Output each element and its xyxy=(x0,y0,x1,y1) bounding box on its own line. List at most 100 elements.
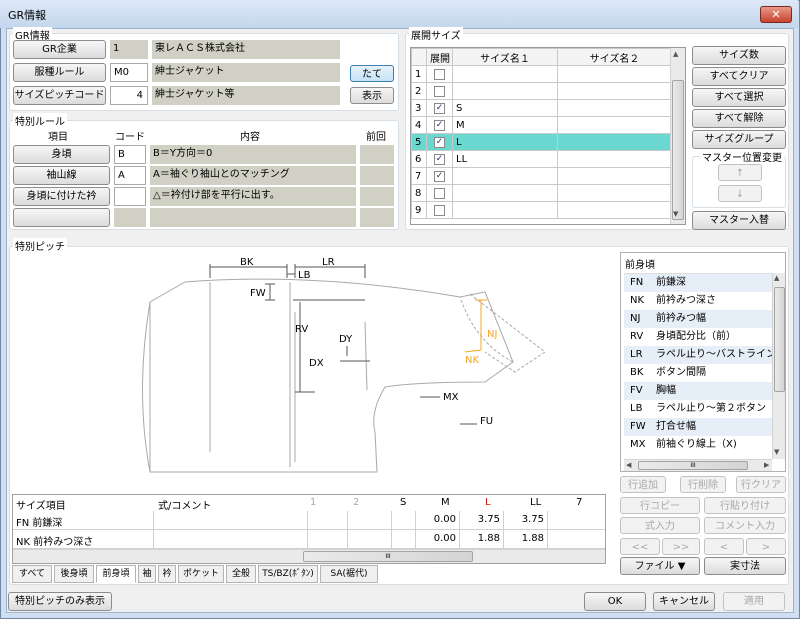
expand-checkbox[interactable]: ✓ xyxy=(434,153,445,165)
next-button[interactable]: > xyxy=(746,538,786,555)
tab-item[interactable]: 衿 xyxy=(158,565,176,583)
size-row[interactable]: 5 ✓ L xyxy=(411,133,672,151)
orientation-button[interactable]: たて xyxy=(350,65,394,82)
size-row[interactable]: 4 ✓ M xyxy=(411,116,672,134)
tab-item[interactable]: 前身頃 xyxy=(96,565,136,583)
size-row[interactable]: 9 xyxy=(411,201,672,219)
display-button[interactable]: 表示 xyxy=(350,87,394,104)
grid-item-cell[interactable]: FN 前鎌深 xyxy=(16,514,62,529)
row-clear-button[interactable]: 行クリア xyxy=(736,476,786,493)
grid-item-cell[interactable]: NK 前衿みつ深さ xyxy=(16,533,93,548)
grid-hscrollbar[interactable]: III xyxy=(13,549,605,563)
size-row[interactable]: 3 ✓ S xyxy=(411,99,672,117)
size-name1-cell[interactable]: L xyxy=(452,133,558,151)
pitch-list-scroll-thumb[interactable] xyxy=(774,287,785,392)
expand-checkbox[interactable]: ✓ xyxy=(434,102,445,114)
expand-checkbox[interactable]: ✓ xyxy=(434,119,445,131)
size-count-button[interactable]: サイズ数 xyxy=(692,46,786,65)
size-name1-cell[interactable]: LL xyxy=(452,150,558,168)
garment-rule-button[interactable]: 服種ルール xyxy=(13,63,106,82)
size-name1-cell[interactable]: S xyxy=(452,99,558,117)
tab-item[interactable]: ポケット xyxy=(178,565,224,583)
expand-checkbox[interactable] xyxy=(434,68,445,80)
size-name2-cell[interactable] xyxy=(557,167,672,185)
size-name2-cell[interactable] xyxy=(557,99,672,117)
expand-checkbox[interactable] xyxy=(434,187,445,199)
size-name2-cell[interactable] xyxy=(557,65,672,83)
size-pitch-code[interactable]: 4 xyxy=(110,86,148,105)
tab-item[interactable]: SA(裾代) xyxy=(320,565,378,583)
pitch-list-item[interactable]: FN 前鎌深 xyxy=(624,274,772,292)
size-name1-cell[interactable] xyxy=(452,184,558,202)
size-name2-cell[interactable] xyxy=(557,116,672,134)
show-special-pitch-only-button[interactable]: 特別ピッチのみ表示 xyxy=(8,592,112,611)
size-row[interactable]: 1 xyxy=(411,65,672,83)
cancel-button[interactable]: キャンセル xyxy=(653,592,715,611)
tab-item[interactable]: 後身頃 xyxy=(54,565,94,583)
select-all-button[interactable]: すべて選択 xyxy=(692,88,786,107)
master-swap-button[interactable]: マスター入替 xyxy=(692,211,786,230)
grid-value-cell[interactable]: 1.88 xyxy=(503,533,544,544)
rule-item-sleevecap-button[interactable]: 袖山線 xyxy=(13,166,110,185)
size-name1-cell[interactable]: M xyxy=(452,116,558,134)
deselect-all-button[interactable]: すべて解除 xyxy=(692,109,786,128)
apply-button[interactable]: 適用 xyxy=(723,592,785,611)
pitch-list-item[interactable]: BK ボタン間隔 xyxy=(624,364,772,382)
prev-button[interactable]: < xyxy=(704,538,744,555)
pitch-list-item[interactable]: LR ラペル止り～バストライン xyxy=(624,346,772,364)
size-name1-cell[interactable] xyxy=(452,82,558,100)
size-pitch-code-button[interactable]: サイズピッチコード xyxy=(13,86,106,105)
pitch-list-item[interactable]: NJ 前衿みつ幅 xyxy=(624,310,772,328)
row-delete-button[interactable]: 行削除 xyxy=(680,476,726,493)
grid-value-cell[interactable]: 0.00 xyxy=(415,514,456,525)
master-down-button[interactable]: ↓ xyxy=(718,185,762,202)
tab-item[interactable]: すべて xyxy=(12,565,52,583)
first-button[interactable]: << xyxy=(620,538,660,555)
rule-code-collar[interactable] xyxy=(114,187,146,206)
grid-row[interactable]: NK 前衿みつ深さ 0.00 1.88 1.88 xyxy=(13,530,605,549)
sizes-scrollbar[interactable]: ▲ ▼ xyxy=(670,48,685,224)
size-name1-cell[interactable] xyxy=(452,65,558,83)
formula-input-button[interactable]: 式入力 xyxy=(620,517,700,534)
size-row[interactable]: 2 xyxy=(411,82,672,100)
row-copy-button[interactable]: 行コピー xyxy=(620,497,700,514)
rule-code-body[interactable]: B xyxy=(114,145,146,164)
grid-value-cell[interactable]: 3.75 xyxy=(503,514,544,525)
size-name1-cell[interactable] xyxy=(452,201,558,219)
pitch-list-scrollbar[interactable]: ▲ ▼ xyxy=(772,273,785,459)
pitch-list-scroll-down-icon[interactable]: ▼ xyxy=(774,448,779,456)
gr-company-button[interactable]: GR企業 xyxy=(13,40,106,59)
grid-value-cell[interactable]: 3.75 xyxy=(459,514,500,525)
rule-item-collar-button[interactable]: 身頃に付けた衿 xyxy=(13,187,110,206)
garment-rule-code[interactable]: M0 xyxy=(110,63,148,82)
sizes-scroll-up-icon[interactable]: ▲ xyxy=(673,50,678,58)
tab-item[interactable]: 全般 xyxy=(226,565,256,583)
size-name2-cell[interactable] xyxy=(557,184,672,202)
expand-checkbox[interactable]: ✓ xyxy=(434,170,445,182)
tab-item[interactable]: TS/BZ(ﾎﾞﾀﾝ) xyxy=(258,565,318,583)
comment-input-button[interactable]: コメント入力 xyxy=(704,517,786,534)
row-paste-button[interactable]: 行貼り付け xyxy=(704,497,786,514)
rule-item-body-button[interactable]: 身頃 xyxy=(13,145,110,164)
master-up-button[interactable]: ↑ xyxy=(718,164,762,181)
size-row[interactable]: 7 ✓ xyxy=(411,167,672,185)
pitch-list-scroll-right-icon[interactable]: ▶ xyxy=(764,461,769,469)
size-group-button[interactable]: サイズグループ xyxy=(692,130,786,149)
size-row[interactable]: 6 ✓ LL xyxy=(411,150,672,168)
sizes-scroll-thumb[interactable] xyxy=(672,80,684,220)
pitch-list-item[interactable]: LB ラペル止り～第２ボタン xyxy=(624,400,772,418)
close-button[interactable]: ✕ xyxy=(760,6,792,23)
grid-value-cell[interactable]: 1.88 xyxy=(459,533,500,544)
expand-checkbox[interactable]: ✓ xyxy=(434,136,445,148)
size-row[interactable]: 8 xyxy=(411,184,672,202)
grid-value-cell[interactable]: 0.00 xyxy=(415,533,456,544)
tab-item[interactable]: 袖 xyxy=(138,565,156,583)
pitch-list-item[interactable]: RV 身頃配分比（前） xyxy=(624,328,772,346)
actual-size-button[interactable]: 実寸法 xyxy=(704,557,786,575)
size-name2-cell[interactable] xyxy=(557,201,672,219)
pitch-list-scroll-up-icon[interactable]: ▲ xyxy=(774,274,779,282)
size-name2-cell[interactable] xyxy=(557,150,672,168)
sizes-scroll-down-icon[interactable]: ▼ xyxy=(673,210,678,218)
pitch-list-hscrollbar[interactable]: ◀ III ▶ xyxy=(624,459,772,471)
expand-checkbox[interactable] xyxy=(434,204,445,216)
